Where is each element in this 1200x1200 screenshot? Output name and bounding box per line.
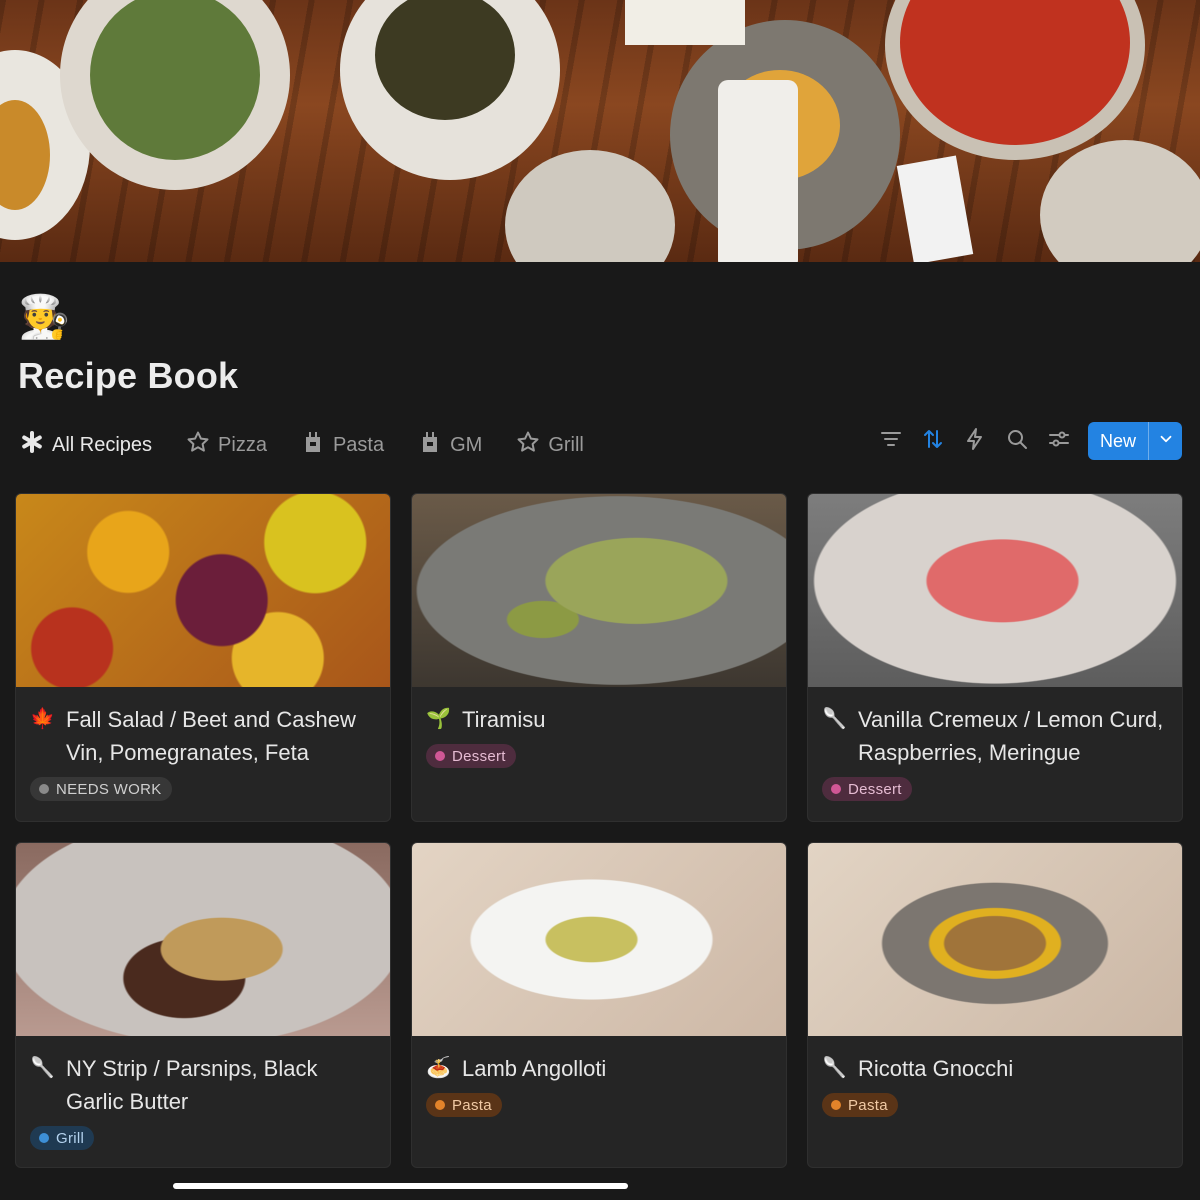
tab-label: All Recipes [52, 433, 153, 456]
spoon-icon: 🥄 [822, 1057, 847, 1079]
recipe-card[interactable]: 🥄 Ricotta Gnocchi Pasta [807, 842, 1183, 1168]
automation-button[interactable] [954, 422, 996, 460]
asterisk-icon [20, 430, 44, 460]
tag-label: NEEDS WORK [56, 780, 162, 798]
tag-label: Pasta [848, 1096, 888, 1114]
tag-label: Dessert [452, 747, 506, 765]
card-title: NY Strip / Parsnips, Black Garlic Butter [66, 1056, 318, 1114]
tab-pizza[interactable]: Pizza [186, 430, 267, 460]
card-title: Tiramisu [462, 707, 546, 732]
spoon-icon: 🥄 [30, 1057, 55, 1079]
tag-label: Dessert [848, 780, 902, 798]
tag-label: Grill [56, 1129, 85, 1147]
search-icon [1005, 427, 1029, 456]
filter-icon [879, 427, 903, 456]
tag-dot [831, 1100, 841, 1110]
home-indicator[interactable] [173, 1183, 628, 1189]
tag-dot [435, 1100, 445, 1110]
tag-dot [39, 784, 49, 794]
recipe-card[interactable]: 🍝 Lamb Angolloti Pasta [411, 842, 787, 1168]
seedling-icon: 🌱 [426, 708, 451, 730]
recipe-card[interactable]: 🍁 Fall Salad / Beet and Cashew Vin, Pome… [15, 493, 391, 822]
page-icon[interactable]: 🧑‍🍳 [18, 292, 70, 342]
card-title: Fall Salad / Beet and Cashew Vin, Pomegr… [66, 707, 356, 765]
card-cover-image [808, 843, 1182, 1036]
new-button-group: New [1087, 422, 1182, 460]
chevron-down-icon [1157, 430, 1175, 453]
filter-button[interactable] [870, 422, 912, 460]
card-title: Ricotta Gnocchi [858, 1056, 1014, 1081]
category-tag: Pasta [426, 1093, 502, 1117]
category-tag: Pasta [822, 1093, 898, 1117]
card-cover-image [16, 843, 390, 1036]
recipe-card[interactable]: 🌱 Tiramisu Dessert [411, 493, 787, 822]
tab-label: Grill [548, 433, 584, 456]
tab-pasta[interactable]: Pasta [301, 430, 384, 460]
tag-label: Pasta [452, 1096, 492, 1114]
sort-button[interactable] [912, 422, 954, 460]
card-title: Lamb Angolloti [462, 1056, 607, 1081]
card-cover-image [808, 494, 1182, 687]
tab-label: Pizza [218, 433, 267, 456]
tag-dot [435, 751, 445, 761]
card-title: Vanilla Cremeux / Lemon Curd, Raspberrie… [858, 707, 1164, 765]
sort-icon [921, 427, 945, 456]
maple-leaf-icon: 🍁 [30, 708, 55, 730]
category-tag: Grill [30, 1126, 95, 1150]
new-button[interactable]: New [1088, 422, 1148, 460]
spaghetti-icon: 🍝 [426, 1057, 451, 1079]
database-toolbar: New [870, 422, 1182, 460]
recipe-card[interactable]: 🥄 Vanilla Cremeux / Lemon Curd, Raspberr… [807, 493, 1183, 822]
tab-label: GM [450, 433, 483, 456]
page-title[interactable]: Recipe Book [18, 355, 238, 397]
star-icon [186, 430, 210, 460]
card-cover-image [412, 843, 786, 1036]
cover-image [0, 0, 1200, 262]
star-icon [516, 430, 540, 460]
settings-sliders-icon [1047, 427, 1071, 456]
search-button[interactable] [996, 422, 1038, 460]
card-cover-image [412, 494, 786, 687]
tag-dot [39, 1133, 49, 1143]
spoon-icon: 🥄 [822, 708, 847, 730]
view-tabs: All Recipes Pizza Pasta GM Grill [20, 425, 618, 465]
tab-all-recipes[interactable]: All Recipes [20, 430, 152, 460]
settings-button[interactable] [1038, 422, 1080, 460]
tab-gm[interactable]: GM [418, 430, 482, 460]
automation-bolt-icon [963, 427, 987, 456]
tab-label: Pasta [332, 433, 385, 456]
apron-icon [418, 430, 442, 460]
recipe-card[interactable]: 🥄 NY Strip / Parsnips, Black Garlic Butt… [15, 842, 391, 1168]
tag-dot [831, 784, 841, 794]
new-dropdown-button[interactable] [1148, 422, 1182, 460]
apron-icon [301, 430, 325, 460]
tab-grill[interactable]: Grill [516, 430, 584, 460]
category-tag: Dessert [426, 744, 516, 768]
card-cover-image [16, 494, 390, 687]
category-tag: Dessert [822, 777, 912, 801]
status-tag: NEEDS WORK [30, 777, 172, 801]
